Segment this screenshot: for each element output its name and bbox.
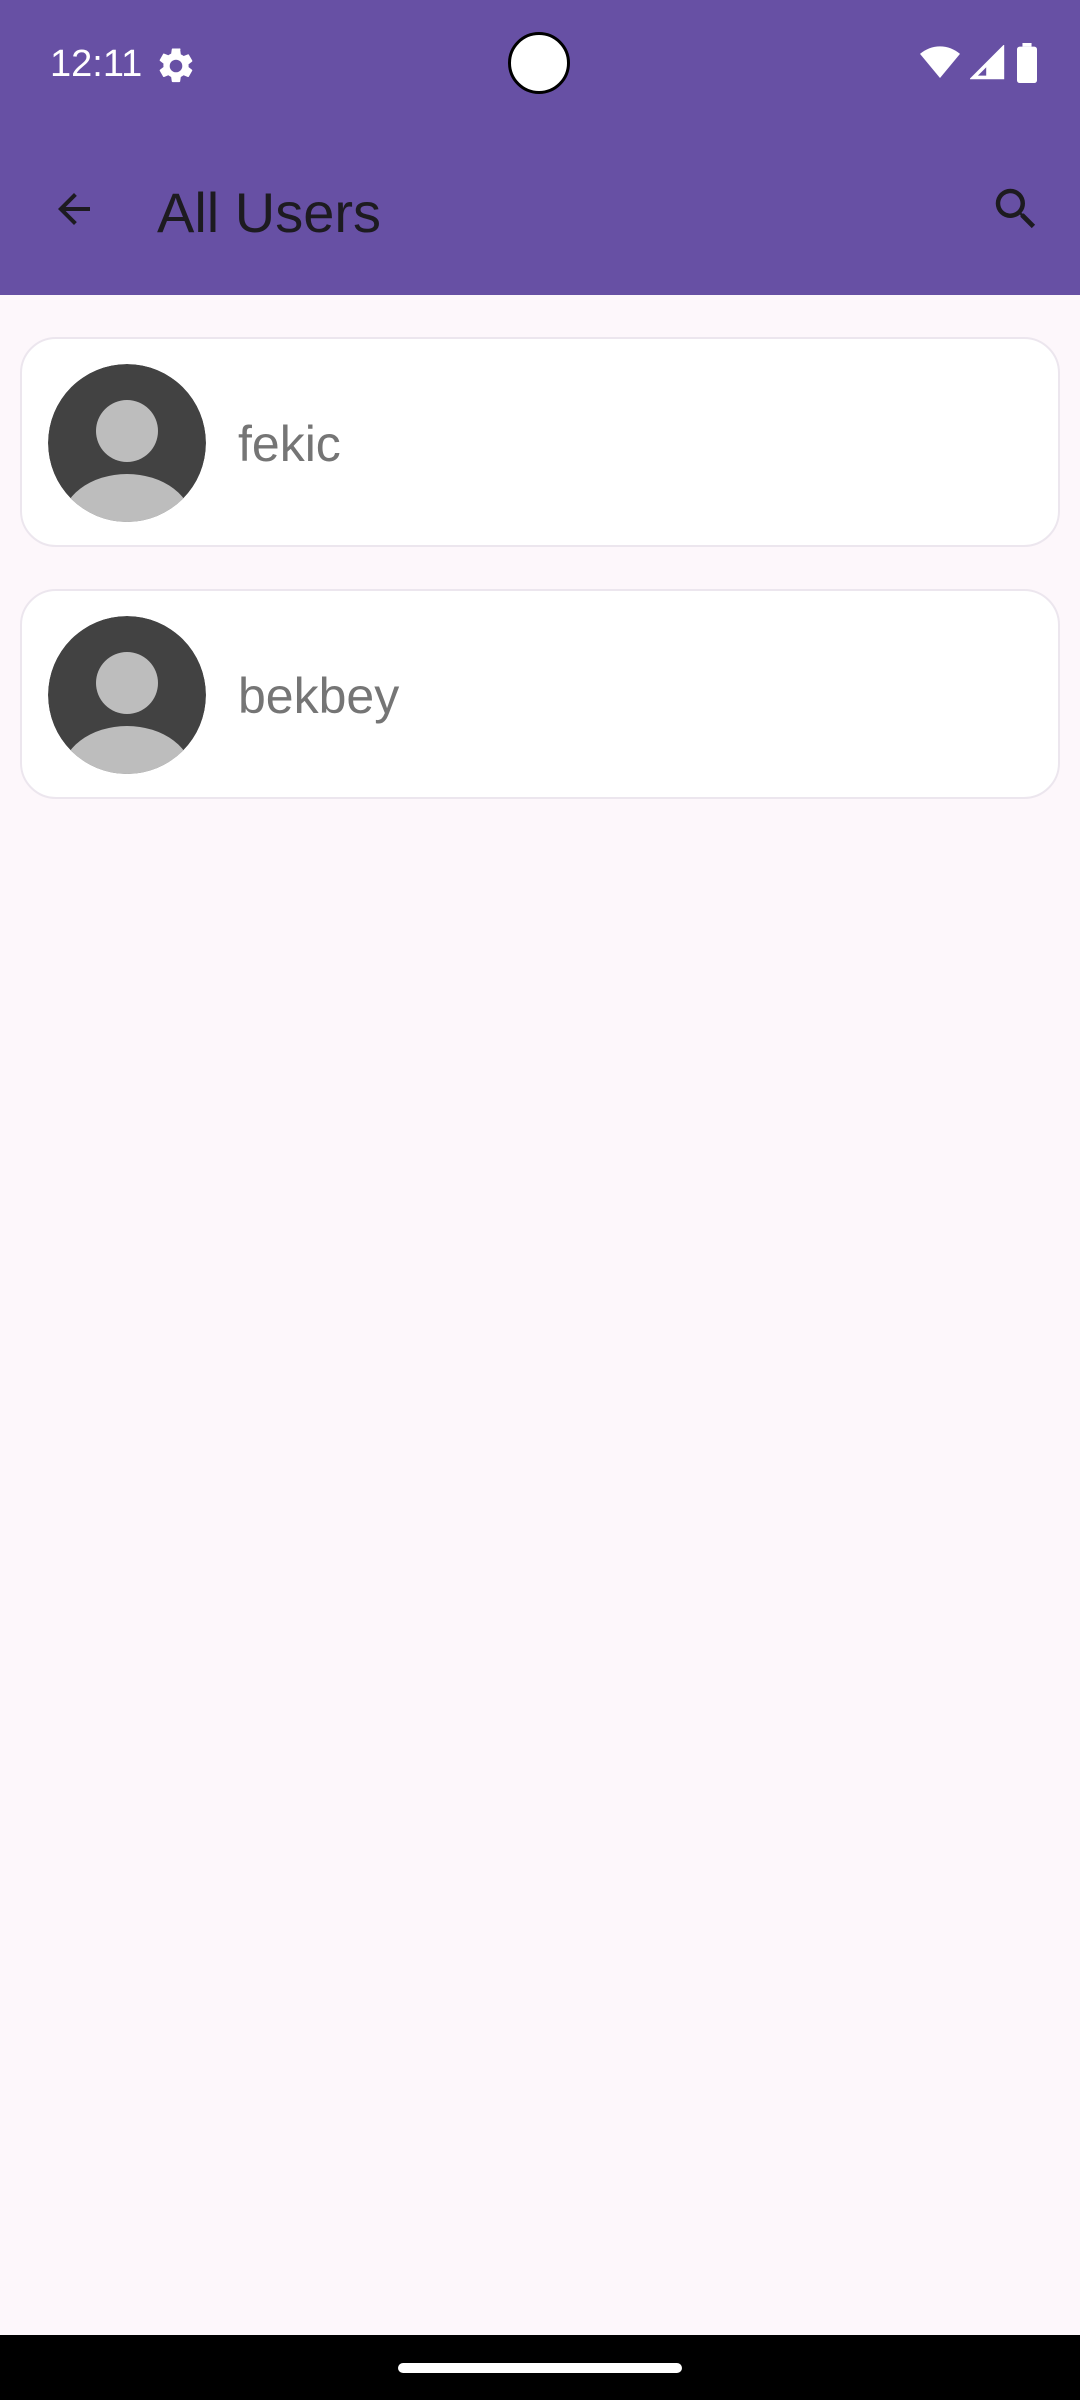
battery-icon <box>1016 42 1038 88</box>
default-avatar-icon <box>48 364 206 522</box>
wifi-icon <box>920 45 960 86</box>
search-button[interactable] <box>982 177 1050 245</box>
user-list-item[interactable]: fekic <box>20 337 1060 547</box>
camera-cutout <box>508 32 570 94</box>
arrow-back-icon <box>50 185 98 238</box>
navigation-bar <box>0 2335 1080 2400</box>
status-time: 12:11 <box>50 43 143 85</box>
default-avatar-icon <box>48 616 206 774</box>
user-name: fekic <box>238 416 341 472</box>
search-icon <box>989 182 1043 241</box>
user-list-item[interactable]: bekbey <box>20 589 1060 799</box>
avatar <box>48 364 206 522</box>
status-bar: 12:11 <box>0 0 1080 130</box>
home-indicator[interactable] <box>398 2363 682 2373</box>
signal-icon <box>969 43 1006 86</box>
avatar <box>48 616 206 774</box>
page-title: All Users <box>157 181 382 244</box>
status-icons <box>920 42 1038 88</box>
app-bar: All Users <box>0 130 1080 295</box>
settings-icon <box>155 45 197 87</box>
back-button[interactable] <box>40 177 108 245</box>
user-name: bekbey <box>238 668 400 724</box>
